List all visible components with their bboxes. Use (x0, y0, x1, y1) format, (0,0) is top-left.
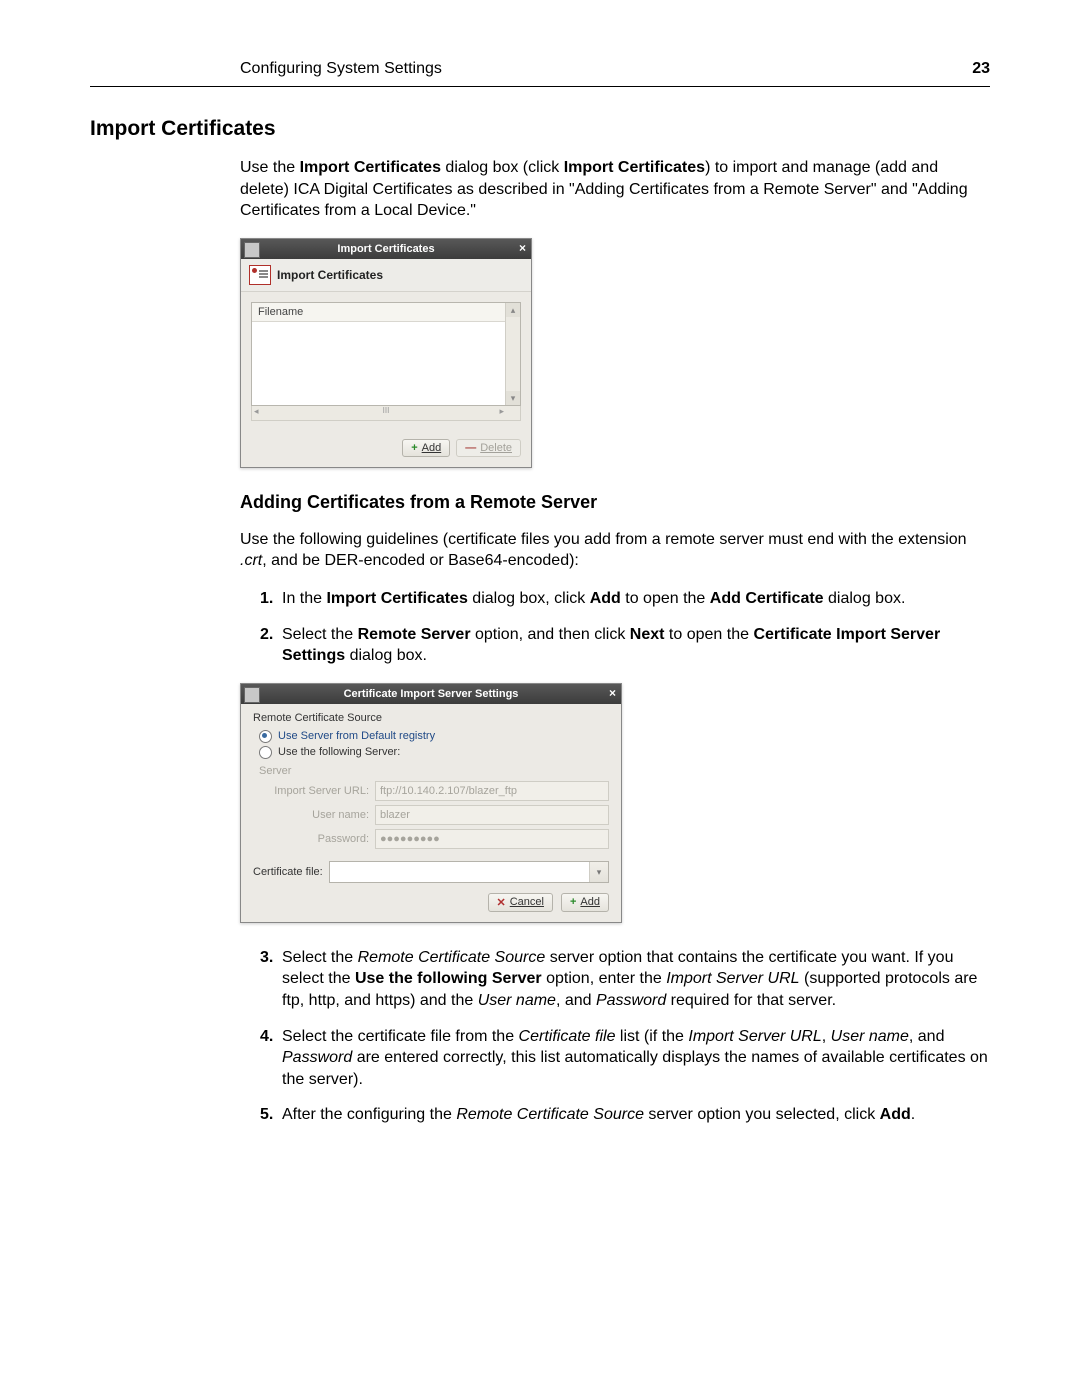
steps-list-2: Select the Remote Certificate Source ser… (90, 947, 990, 1126)
window-icon (244, 687, 260, 703)
chevron-down-icon[interactable]: ▾ (589, 862, 608, 882)
dialog-body: Remote Certificate Source Use Server fro… (241, 704, 621, 922)
group-title: Remote Certificate Source (253, 712, 609, 724)
dialog-subheader: Import Certificates (241, 259, 531, 292)
radio-label: Use Server from Default registry (278, 730, 435, 742)
add-button[interactable]: +Add (561, 893, 609, 912)
plus-icon: + (411, 442, 417, 454)
radio-icon[interactable] (259, 746, 272, 759)
step-2: Select the Remote Server option, and the… (260, 624, 990, 667)
close-icon[interactable]: × (609, 686, 616, 700)
header-page-number: 23 (972, 60, 990, 78)
delete-button: —Delete (456, 439, 521, 457)
radio-icon[interactable] (259, 730, 272, 743)
radio-label: Use the following Server: (278, 746, 400, 758)
server-label: Server (259, 765, 609, 777)
dialog-titlebar[interactable]: Import Certificates × (241, 239, 531, 259)
row-certificate-file: Certificate file: ▾ (253, 861, 609, 883)
label-import-url: Import Server URL: (259, 785, 375, 797)
x-icon: ✕ (497, 896, 506, 909)
label-username: User name: (259, 809, 375, 821)
dialog-subtitle: Import Certificates (277, 268, 383, 282)
window-icon (244, 242, 260, 258)
dialog-title: Import Certificates (337, 243, 434, 255)
h2-adding-remote: Adding Certificates from a Remote Server (90, 492, 990, 513)
header-section: Configuring System Settings (240, 60, 442, 78)
import-certificates-dialog: Import Certificates × Import Certificate… (240, 238, 532, 468)
row-username: User name: blazer (259, 805, 609, 825)
h1-import-certificates: Import Certificates (90, 117, 990, 141)
step-5: After the configuring the Remote Certifi… (260, 1104, 990, 1126)
label-password: Password: (259, 833, 375, 845)
row-import-url: Import Server URL: ftp://10.140.2.107/bl… (259, 781, 609, 801)
dialog-body: Filename ▴ ▾ III (241, 292, 531, 431)
minus-icon: — (465, 442, 476, 454)
server-fieldset: Server Import Server URL: ftp://10.140.2… (259, 765, 609, 849)
combo-certificate-file[interactable]: ▾ (329, 861, 609, 883)
cert-import-server-settings-dialog: Certificate Import Server Settings × Rem… (240, 683, 622, 923)
page-header: Configuring System Settings 23 (90, 60, 990, 78)
dialog-button-row: ✕Cancel +Add (253, 883, 609, 914)
label-certificate-file: Certificate file: (253, 866, 323, 878)
step-1: In the Import Certificates dialog box, c… (260, 588, 990, 610)
dialog-title: Certificate Import Server Settings (344, 688, 519, 700)
certificate-icon (249, 265, 271, 285)
step-4: Select the certificate file from the Cer… (260, 1026, 990, 1091)
steps-list-1: In the Import Certificates dialog box, c… (90, 588, 990, 667)
column-header-filename[interactable]: Filename (252, 303, 520, 322)
vertical-scrollbar[interactable]: ▴ ▾ (505, 303, 520, 405)
cancel-button[interactable]: ✕Cancel (488, 893, 553, 912)
radio-following-server[interactable]: Use the following Server: (253, 746, 609, 759)
dialog-titlebar[interactable]: Certificate Import Server Settings × (241, 684, 621, 704)
close-icon[interactable]: × (519, 241, 526, 255)
remote-intro-paragraph: Use the following guidelines (certificat… (90, 529, 990, 572)
add-button[interactable]: +Add (402, 439, 450, 457)
input-password[interactable]: ●●●●●●●●● (375, 829, 609, 849)
row-password: Password: ●●●●●●●●● (259, 829, 609, 849)
input-username[interactable]: blazer (375, 805, 609, 825)
scroll-up-icon[interactable]: ▴ (506, 303, 520, 317)
input-import-url[interactable]: ftp://10.140.2.107/blazer_ftp (375, 781, 609, 801)
header-divider (90, 86, 990, 87)
step-3: Select the Remote Certificate Source ser… (260, 947, 990, 1012)
intro-paragraph: Use the Import Certificates dialog box (… (90, 157, 990, 222)
horizontal-scrollbar[interactable]: III (251, 406, 521, 421)
certificate-list[interactable]: Filename ▴ ▾ (251, 302, 521, 406)
plus-icon: + (570, 896, 576, 908)
scroll-down-icon[interactable]: ▾ (506, 391, 520, 405)
radio-default-registry[interactable]: Use Server from Default registry (253, 730, 609, 743)
dialog-button-row: +Add —Delete (241, 431, 531, 467)
document-page: Configuring System Settings 23 Import Ce… (0, 0, 1080, 1397)
